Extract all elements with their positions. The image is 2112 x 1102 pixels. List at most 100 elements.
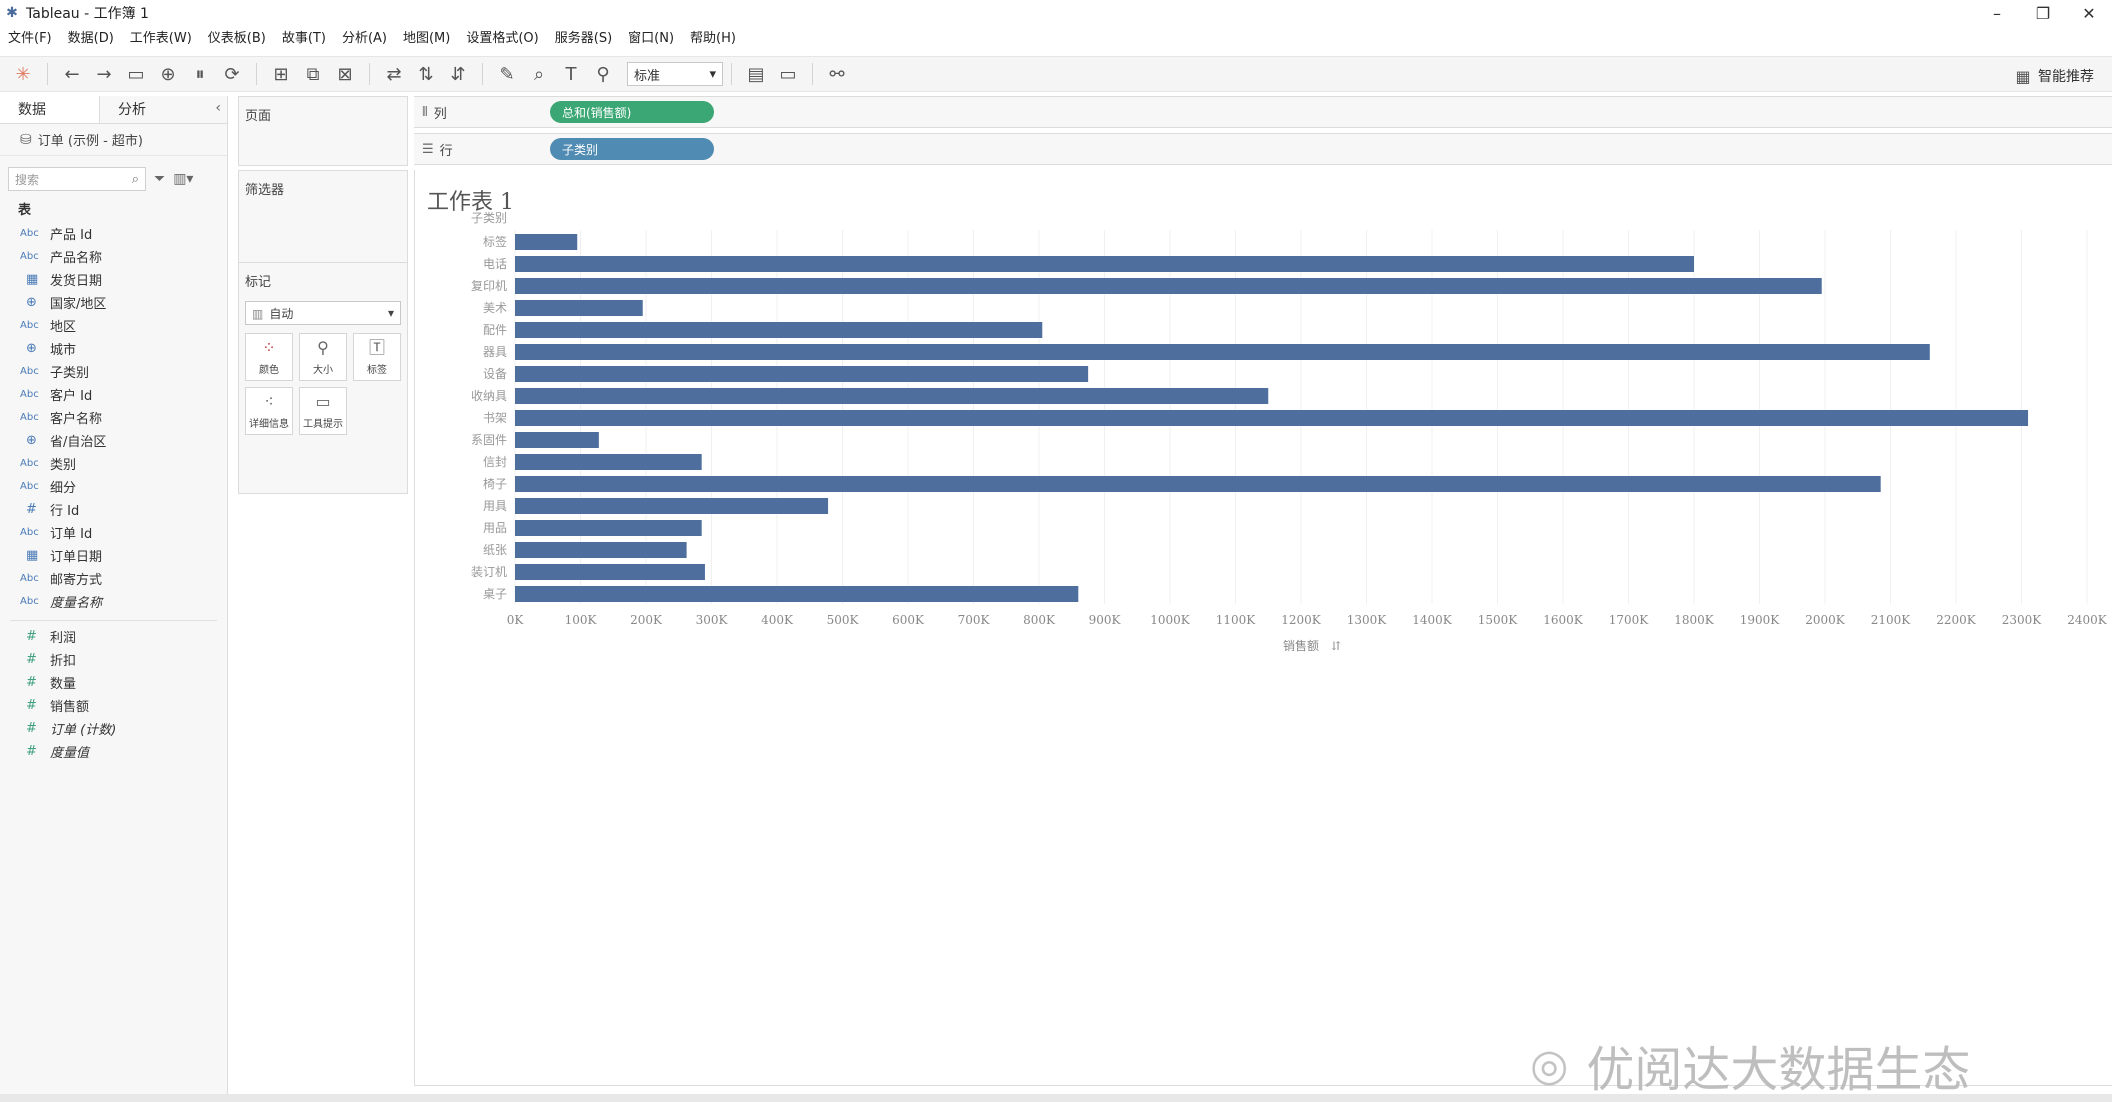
measure-field[interactable]: # 订单 (计数) bbox=[0, 717, 227, 740]
duplicate-sheet-icon[interactable]: ⧉ bbox=[300, 61, 326, 87]
redo-icon[interactable]: → bbox=[91, 61, 117, 87]
pages-card[interactable]: 页面 bbox=[238, 96, 408, 166]
dimension-field[interactable]: ▦ 发货日期 bbox=[0, 268, 227, 291]
menu-help[interactable]: 帮助(H) bbox=[682, 28, 744, 50]
category-label[interactable]: 美术 bbox=[483, 301, 507, 315]
show-cards-icon[interactable]: ▤ bbox=[743, 61, 769, 87]
menu-file[interactable]: 文件(F) bbox=[0, 28, 60, 50]
menu-story[interactable]: 故事(T) bbox=[274, 28, 334, 50]
columns-pill-sales[interactable]: 总和(销售额) bbox=[550, 101, 714, 123]
bar-mark[interactable] bbox=[515, 564, 705, 580]
menu-dashboard[interactable]: 仪表板(B) bbox=[200, 28, 274, 50]
category-label[interactable]: 标签 bbox=[483, 234, 507, 249]
bar-mark[interactable] bbox=[515, 410, 2029, 426]
show-me-button[interactable]: ▦ 智能推荐 bbox=[2007, 63, 2094, 89]
category-label[interactable]: 用品 bbox=[483, 521, 507, 535]
category-label[interactable]: 收纳具 bbox=[471, 389, 507, 403]
restore-icon[interactable]: ❐ bbox=[2020, 0, 2066, 26]
label-marks-icon[interactable]: T bbox=[558, 61, 584, 87]
menu-map[interactable]: 地图(M) bbox=[395, 28, 458, 50]
bar-mark[interactable] bbox=[515, 366, 1089, 382]
dimension-field[interactable]: Abc 客户名称 bbox=[0, 406, 227, 429]
detail-button[interactable]: ⁖ 详细信息 bbox=[245, 387, 293, 435]
dimension-field[interactable]: # 行 Id bbox=[0, 498, 227, 521]
dimension-field[interactable]: ⊕ 城市 bbox=[0, 337, 227, 360]
tab-analytics[interactable]: 分析 bbox=[100, 96, 200, 123]
bar-mark[interactable] bbox=[515, 498, 829, 514]
menu-format[interactable]: 设置格式(O) bbox=[458, 28, 546, 50]
collapse-pane-icon[interactable]: ‹ bbox=[215, 100, 221, 116]
measure-field[interactable]: # 折扣 bbox=[0, 648, 227, 671]
measure-field[interactable]: # 利润 bbox=[0, 625, 227, 648]
tableau-home-icon[interactable]: ✳ bbox=[10, 61, 36, 87]
filter-icon[interactable]: ⏷ bbox=[154, 171, 165, 187]
group-icon[interactable]: ⌕ bbox=[526, 61, 552, 87]
new-datasource-icon[interactable]: ⊕ bbox=[155, 61, 181, 87]
category-label[interactable]: 复印机 bbox=[471, 279, 507, 293]
row-header-label[interactable]: 子类别 bbox=[471, 211, 507, 225]
columns-shelf[interactable]: ⦀ 列 总和(销售额) bbox=[414, 96, 2112, 128]
bar-mark[interactable] bbox=[515, 322, 1043, 338]
pause-updates-icon[interactable]: ⏸ bbox=[187, 61, 213, 87]
category-label[interactable]: 用具 bbox=[483, 499, 507, 513]
minimize-icon[interactable]: – bbox=[1974, 0, 2020, 26]
dimension-field[interactable]: Abc 度量名称 bbox=[0, 590, 227, 613]
category-label[interactable]: 装订机 bbox=[471, 565, 507, 579]
menu-data[interactable]: 数据(D) bbox=[60, 28, 122, 50]
dimension-field[interactable]: Abc 地区 bbox=[0, 314, 227, 337]
datasource-item[interactable]: ⛁ 订单 (示例 - 超市) bbox=[0, 124, 227, 156]
refresh-icon[interactable]: ⟳ bbox=[219, 61, 245, 87]
label-button[interactable]: 🅃 标签 bbox=[353, 333, 401, 381]
menu-analysis[interactable]: 分析(A) bbox=[334, 28, 395, 50]
category-label[interactable]: 电话 bbox=[483, 257, 507, 271]
color-button[interactable]: ⁘ 颜色 bbox=[245, 333, 293, 381]
category-label[interactable]: 设备 bbox=[483, 367, 507, 381]
category-label[interactable]: 配件 bbox=[483, 323, 507, 337]
view-options-icon[interactable]: ▥▾ bbox=[173, 171, 193, 187]
dimension-field[interactable]: Abc 类别 bbox=[0, 452, 227, 475]
swap-rows-columns-icon[interactable]: ⇄ bbox=[381, 61, 407, 87]
dimension-field[interactable]: ⊕ 国家/地区 bbox=[0, 291, 227, 314]
measure-field[interactable]: # 数量 bbox=[0, 671, 227, 694]
category-label[interactable]: 器具 bbox=[483, 345, 507, 359]
fit-select[interactable]: 标准 ▾ bbox=[627, 62, 723, 86]
rows-shelf[interactable]: ☰ 行 子类别 bbox=[414, 133, 2112, 165]
bar-mark[interactable] bbox=[515, 542, 687, 558]
new-worksheet-icon[interactable]: ⊞ bbox=[268, 61, 294, 87]
save-icon[interactable]: ▭ bbox=[123, 61, 149, 87]
x-axis-title[interactable]: 销售额 bbox=[1283, 638, 1319, 653]
dimension-field[interactable]: Abc 产品名称 bbox=[0, 245, 227, 268]
menu-window[interactable]: 窗口(N) bbox=[620, 28, 682, 50]
bar-mark[interactable] bbox=[515, 388, 1269, 404]
dimension-field[interactable]: Abc 客户 Id bbox=[0, 383, 227, 406]
category-label[interactable]: 纸张 bbox=[483, 543, 507, 557]
bar-mark[interactable] bbox=[515, 278, 1822, 294]
bar-mark[interactable] bbox=[515, 300, 643, 316]
bar-mark[interactable] bbox=[515, 586, 1079, 602]
bar-mark[interactable] bbox=[515, 432, 599, 448]
dimension-field[interactable]: Abc 细分 bbox=[0, 475, 227, 498]
category-label[interactable]: 系固件 bbox=[471, 433, 507, 447]
bar-mark[interactable] bbox=[515, 344, 1930, 360]
clear-sheet-icon[interactable]: ⊠ bbox=[332, 61, 358, 87]
tab-data[interactable]: 数据 bbox=[0, 96, 100, 123]
dimension-field[interactable]: Abc 订单 Id bbox=[0, 521, 227, 544]
sort-descending-icon[interactable]: ⇵ bbox=[445, 61, 471, 87]
dimension-field[interactable]: ⊕ 省/自治区 bbox=[0, 429, 227, 452]
search-input[interactable]: 搜索 ⌕ bbox=[8, 167, 146, 191]
sort-icon[interactable]: ⇵ bbox=[1331, 639, 1341, 653]
bar-mark[interactable] bbox=[515, 256, 1694, 272]
presentation-mode-icon[interactable]: ▭ bbox=[775, 61, 801, 87]
tooltip-button[interactable]: ▭ 工具提示 bbox=[299, 387, 347, 435]
bar-mark[interactable] bbox=[515, 476, 1881, 492]
dimension-field[interactable]: Abc 邮寄方式 bbox=[0, 567, 227, 590]
dimension-field[interactable]: ▦ 订单日期 bbox=[0, 544, 227, 567]
pin-axes-icon[interactable]: ⚲ bbox=[590, 61, 616, 87]
measure-field[interactable]: # 销售额 bbox=[0, 694, 227, 717]
category-label[interactable]: 信封 bbox=[483, 455, 507, 469]
menu-server[interactable]: 服务器(S) bbox=[547, 28, 620, 50]
share-icon[interactable]: ⚯ bbox=[824, 61, 850, 87]
highlight-icon[interactable]: ✎ bbox=[494, 61, 520, 87]
category-label[interactable]: 桌子 bbox=[483, 587, 507, 601]
close-icon[interactable]: ✕ bbox=[2066, 0, 2112, 26]
